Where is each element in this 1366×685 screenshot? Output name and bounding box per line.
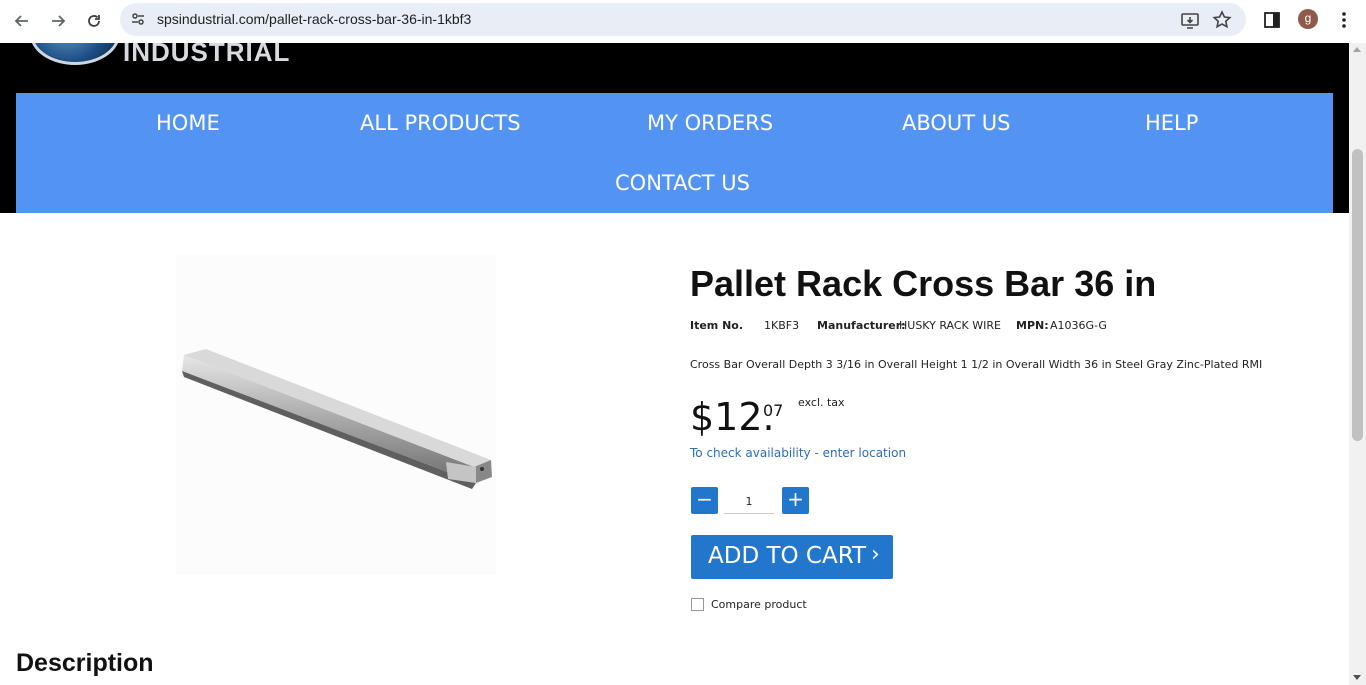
bookmark-star-icon[interactable] [1212, 10, 1232, 30]
globe-logo-icon [30, 43, 120, 65]
scroll-down-icon[interactable] [1353, 675, 1361, 680]
quantity-plus-button[interactable]: + [782, 487, 809, 514]
description-heading: Description [16, 649, 154, 677]
reload-icon[interactable] [82, 9, 106, 33]
mpn-label: MPN: [1016, 319, 1049, 332]
product-image[interactable] [176, 255, 496, 575]
item-no-value: 1KBF3 [764, 319, 800, 332]
profile-avatar[interactable]: g [1298, 9, 1318, 29]
address-bar[interactable]: spsindustrial.com/pallet-rack-cross-bar-… [120, 3, 1246, 36]
compare-checkbox[interactable] [691, 598, 704, 611]
manufacturer-label: Manufacturer: [817, 319, 906, 332]
add-to-cart-button[interactable]: ADD TO CART › [691, 535, 893, 579]
chevron-right-icon: › [871, 542, 880, 567]
check-availability-link[interactable]: To check availability - enter location [690, 446, 906, 460]
page-scrollbar[interactable] [1349, 43, 1366, 685]
product-title: Pallet Rack Cross Bar 36 in [690, 263, 1157, 304]
page-viewport: INDUSTRIAL HOME ALL PRODUCTS MY ORDERS A… [0, 43, 1349, 685]
browser-toolbar: spsindustrial.com/pallet-rack-cross-bar-… [0, 0, 1366, 43]
item-no-label: Item No. [690, 319, 743, 332]
product-short-description: Cross Bar Overall Depth 3 3/16 in Overal… [690, 358, 1263, 371]
scroll-thumb[interactable] [1352, 149, 1363, 441]
price-cents: 07 [763, 401, 784, 420]
back-icon[interactable] [10, 9, 34, 33]
menu-item-contact-us[interactable]: CONTACT US [615, 171, 750, 195]
compare-label[interactable]: Compare product [711, 598, 807, 611]
logo-text: INDUSTRIAL [123, 43, 291, 67]
quantity-minus-button[interactable]: − [691, 487, 718, 514]
browser-menu-icon[interactable] [1337, 10, 1351, 30]
site-logo[interactable]: INDUSTRIAL [30, 43, 310, 68]
url-text: spsindustrial.com/pallet-rack-cross-bar-… [157, 11, 472, 27]
item-no-label-text: Item No. [690, 319, 744, 332]
price-main: $12. [690, 395, 775, 439]
site-settings-icon[interactable] [130, 11, 146, 27]
menu-item-all-products[interactable]: ALL PRODUCTS [360, 111, 521, 135]
quantity-input[interactable] [724, 489, 774, 514]
main-menu: HOME ALL PRODUCTS MY ORDERS ABOUT US HEL… [16, 93, 1333, 213]
manufacturer-value: HUSKY RACK WIRE [899, 319, 1001, 332]
price-tax-note: excl. tax [798, 396, 845, 409]
forward-icon[interactable] [46, 9, 70, 33]
menu-item-home[interactable]: HOME [156, 111, 220, 135]
menu-item-help[interactable]: HELP [1145, 111, 1198, 135]
side-panel-icon[interactable] [1263, 11, 1281, 29]
add-to-cart-label: ADD TO CART [708, 543, 867, 569]
mpn-label-text: MPN: [1016, 319, 1049, 332]
manufacturer-label-text: Manufacturer: [817, 319, 906, 332]
menu-item-my-orders[interactable]: MY ORDERS [647, 111, 773, 135]
mpn-value: A1036G-G [1050, 319, 1107, 332]
scroll-up-icon[interactable] [1353, 47, 1361, 52]
install-app-icon[interactable] [1180, 10, 1200, 30]
cross-bar-image [182, 349, 492, 489]
site-header: INDUSTRIAL HOME ALL PRODUCTS MY ORDERS A… [0, 43, 1349, 213]
menu-item-about-us[interactable]: ABOUT US [902, 111, 1011, 135]
